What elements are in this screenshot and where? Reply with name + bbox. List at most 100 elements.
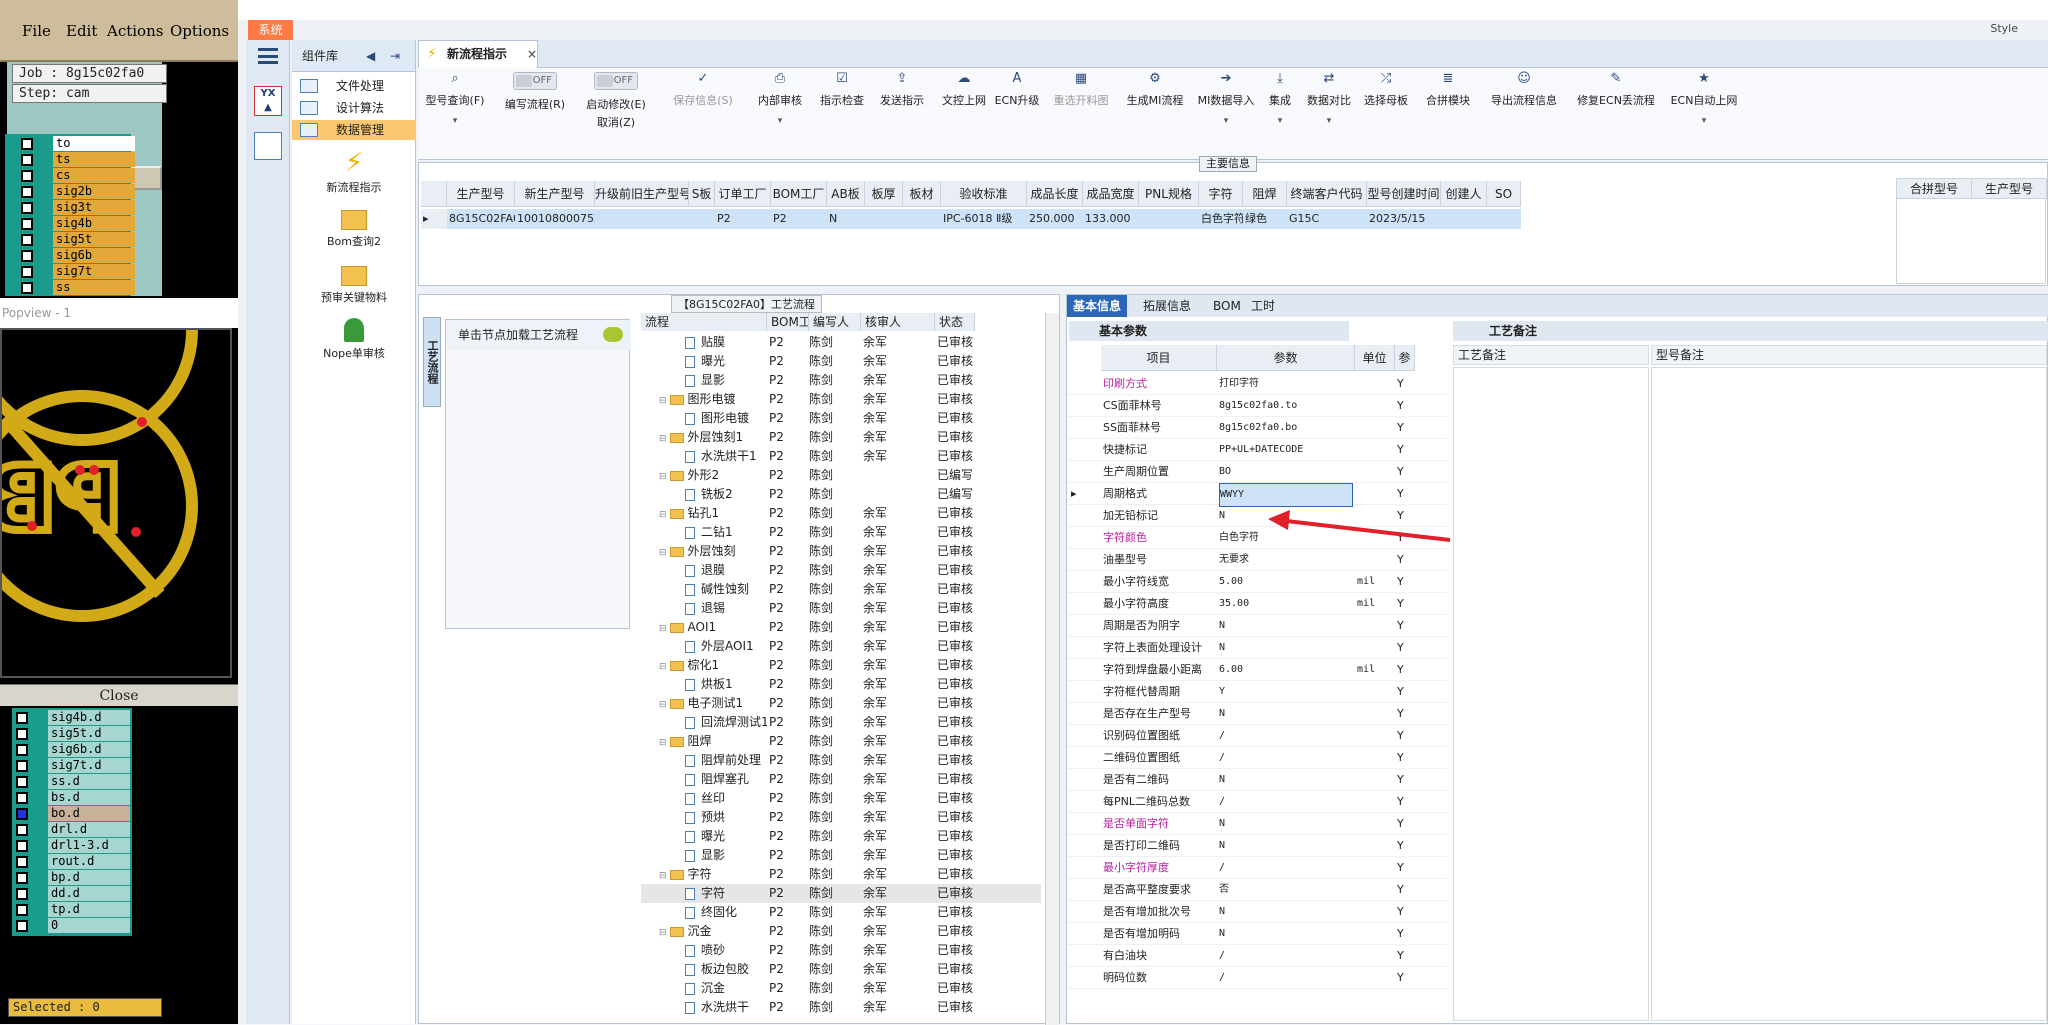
main-info-col[interactable]: PNL规格 — [1139, 181, 1199, 207]
layer-checkbox[interactable] — [16, 760, 28, 772]
ribbon-button-0[interactable]: ✓ 保存信息(S) — [666, 72, 740, 152]
tree-node[interactable]: 水洗烘干 — [685, 998, 767, 1017]
process-col[interactable]: 状态 — [935, 313, 975, 331]
layer-row[interactable]: drl1-3.d — [16, 838, 131, 853]
menu-icon[interactable] — [258, 48, 278, 64]
layer-checkbox[interactable] — [21, 186, 33, 198]
tree-row[interactable]: 烘板1 P2 陈剑 余军 已审核 — [641, 675, 1041, 694]
tile-prereview-material[interactable]: 预审关键物料 — [292, 262, 416, 305]
main-info-col[interactable]: 型号创建时间 — [1367, 181, 1441, 207]
param-row[interactable]: 是否打印二维码 N Y — [1067, 835, 1447, 857]
layer-row[interactable]: sig2b — [21, 184, 136, 199]
tree-row[interactable]: 退膜 P2 陈剑 余军 已审核 — [641, 561, 1041, 580]
close-button[interactable]: Close — [0, 684, 238, 706]
param-value[interactable]: PP+UL+DATECODE — [1219, 439, 1353, 461]
layer-row[interactable]: ss.d — [16, 774, 131, 789]
edit-flow-toggle[interactable]: OFF — [513, 72, 557, 90]
layer-row[interactable]: ts — [21, 152, 136, 167]
param-row[interactable]: 是否单面字符 N Y — [1067, 813, 1447, 835]
main-info-cell[interactable]: 2023/5/15 — [1367, 209, 1441, 229]
param-value[interactable]: N — [1219, 703, 1353, 725]
param-row[interactable]: 字符上表面处理设计 N Y — [1067, 637, 1447, 659]
tree-node[interactable]: 退锡 — [685, 599, 767, 618]
tree-row[interactable]: 水洗烘干1 P2 陈剑 余军 已审核 — [641, 447, 1041, 466]
param-row[interactable]: 是否有增加明码 N Y — [1067, 923, 1447, 945]
auto-modify-toggle[interactable]: OFF — [594, 72, 638, 90]
tree-row[interactable]: 喷砂 P2 陈剑 余军 已审核 — [641, 941, 1041, 960]
param-col[interactable]: 参 — [1395, 345, 1415, 371]
param-value[interactable]: N — [1219, 769, 1353, 791]
detail-tab[interactable]: BOM — [1207, 295, 1247, 317]
menu-actions[interactable]: Actions — [107, 22, 163, 40]
process-tree-scrollbar[interactable] — [1045, 313, 1059, 1025]
tree-row[interactable]: ⊟ AOI1 P2 陈剑 余军 已审核 — [641, 618, 1041, 637]
tree-row[interactable]: ⊟ 阻焊 P2 陈剑 余军 已审核 — [641, 732, 1041, 751]
layer-checkbox[interactable] — [21, 266, 33, 278]
layer-row[interactable]: tp.d — [16, 902, 131, 917]
tree-row[interactable]: 字符 P2 陈剑 余军 已审核 — [641, 884, 1041, 903]
param-row[interactable]: ▸ 周期格式 WWYY Y — [1067, 483, 1447, 507]
ribbon-button-1[interactable]: ⎙ 内部审核 ▾ — [752, 72, 808, 152]
tree-node[interactable]: 贴膜 — [685, 333, 767, 352]
tree-node[interactable]: 喷砂 — [685, 941, 767, 960]
layer-checkbox[interactable] — [16, 840, 28, 852]
param-value[interactable]: 否 — [1219, 879, 1353, 901]
main-info-cell[interactable]: 133.000 — [1083, 209, 1139, 229]
layer-checkbox[interactable] — [21, 234, 33, 246]
main-info-col[interactable]: AB板 — [827, 181, 865, 207]
ribbon-button-6[interactable]: ▦ 重选开料图 — [1046, 72, 1116, 152]
layer-row[interactable]: bo.d — [16, 806, 131, 821]
layer-row[interactable]: sig7t — [21, 264, 136, 279]
main-info-cell[interactable] — [1441, 209, 1487, 229]
layer-row[interactable]: sig5t — [21, 232, 136, 247]
tree-node[interactable]: 预烘 — [685, 808, 767, 827]
tree-node[interactable]: 退膜 — [685, 561, 767, 580]
layer-checkbox[interactable] — [16, 888, 28, 900]
param-value[interactable]: Y — [1219, 681, 1353, 703]
auto-modify-control[interactable]: OFF 启动修改(E) 取消(Z) — [578, 72, 654, 152]
layer-checkbox[interactable] — [16, 824, 28, 836]
param-value[interactable]: / — [1219, 857, 1353, 879]
param-row[interactable]: 最小字符高度 35.00 mil Y — [1067, 593, 1447, 615]
process-col[interactable]: 流程 — [641, 313, 767, 331]
param-value[interactable]: N — [1219, 835, 1353, 857]
main-info-cell[interactable]: IPC-6018 Ⅱ级 — [941, 209, 1027, 229]
detail-tab[interactable]: 工时 — [1245, 295, 1281, 317]
main-info-col[interactable]: 板厚 — [865, 181, 903, 207]
param-row[interactable]: SS面菲林号 8g15c02fa0.bo Y — [1067, 417, 1447, 439]
param-row[interactable]: 字符颜色 白色字符 Y — [1067, 527, 1447, 549]
param-row[interactable]: CS面菲林号 8g15c02fa0.to Y — [1067, 395, 1447, 417]
tree-node[interactable]: 显影 — [685, 371, 767, 390]
param-value[interactable]: N — [1219, 923, 1353, 945]
ribbon-button-8[interactable]: ➔ MI数据导入 ▾ — [1196, 72, 1256, 152]
param-row[interactable]: 最小字符线宽 5.00 mil Y — [1067, 571, 1447, 593]
model-remark-area[interactable] — [1651, 367, 2047, 1021]
main-info-cell[interactable] — [1139, 209, 1199, 229]
tree-node[interactable]: ⊟ AOI1 — [659, 618, 767, 639]
tree-row[interactable]: 预烘 P2 陈剑 余军 已审核 — [641, 808, 1041, 827]
main-info-cell[interactable]: P2 — [715, 209, 771, 229]
ribbon-button-15[interactable]: ★ ECN自动上网 ▾ — [1666, 72, 1742, 152]
layer-checkbox[interactable] — [21, 202, 33, 214]
tree-row[interactable]: 阻焊塞孔 P2 陈剑 余军 已审核 — [641, 770, 1041, 789]
main-info-col[interactable]: 字符 — [1199, 181, 1243, 207]
tree-node[interactable]: 图形电镀 — [685, 409, 767, 428]
tree-node[interactable]: 板边包胶 — [685, 960, 767, 979]
layer-checkbox[interactable] — [16, 904, 28, 916]
tree-row[interactable]: ⊟ 沉金 P2 陈剑 余军 已审核 — [641, 922, 1041, 941]
tree-node[interactable]: ⊟ 沉金 — [659, 922, 767, 943]
main-info-col[interactable]: BOM工厂 — [771, 181, 827, 207]
layer-checkbox[interactable] — [21, 282, 33, 294]
main-info-cell[interactable]: 绿色 — [1243, 209, 1287, 229]
param-value[interactable]: 5.00 — [1219, 571, 1353, 593]
layer-checkbox[interactable] — [16, 728, 28, 740]
param-col[interactable]: 项目 — [1101, 345, 1217, 371]
lib-item-design-algorithm[interactable]: 设计算法 — [292, 98, 416, 118]
tree-row[interactable]: ⊟ 外层蚀刻1 P2 陈剑 余军 已审核 — [641, 428, 1041, 447]
remark-header[interactable]: 工艺备注 — [1453, 321, 2048, 341]
tree-row[interactable]: ⊟ 钻孔1 P2 陈剑 余军 已审核 — [641, 504, 1041, 523]
menu-file[interactable]: File — [22, 22, 51, 40]
tree-node[interactable]: 碱性蚀刻 — [685, 580, 767, 599]
ribbon-button-13[interactable]: ☺ 导出流程信息 — [1482, 72, 1566, 152]
layer-row[interactable]: sig6b — [21, 248, 136, 263]
